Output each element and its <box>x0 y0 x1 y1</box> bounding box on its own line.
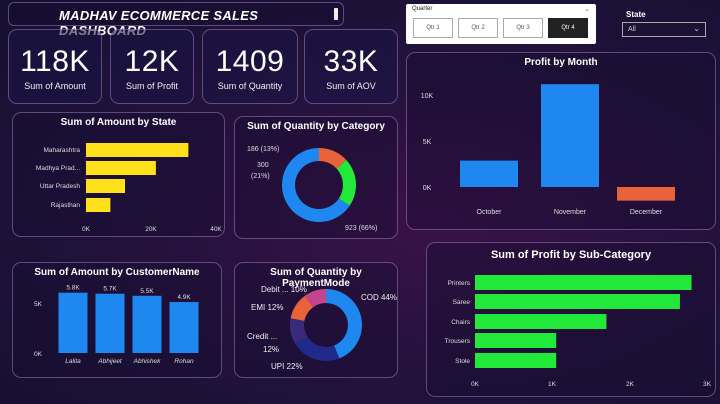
quarter-button-q3[interactable]: Qtr 3 <box>503 18 543 38</box>
x-tick-label: Abhijeet <box>97 358 123 365</box>
slice-label: 300 <box>257 162 269 169</box>
state-dropdown[interactable]: All ⌄ <box>622 22 706 37</box>
bar <box>541 84 599 187</box>
title-bar-marker <box>334 8 338 20</box>
category-label: Printers <box>448 280 471 287</box>
bar <box>86 161 156 175</box>
amount-by-customer-card: Sum of Amount by CustomerName 5K 0K 5.8K La… <box>12 262 222 378</box>
bar <box>475 275 692 290</box>
slice-label: EMI 12% <box>251 303 283 312</box>
bar <box>475 314 607 329</box>
y-tick-label: 0K <box>34 351 43 358</box>
y-tick-label: 0K <box>423 185 432 192</box>
quarter-button-q2[interactable]: Qtr 2 <box>458 18 498 38</box>
kpi-value: 12K <box>124 45 180 78</box>
data-label: 5.5K <box>140 288 154 295</box>
bar <box>95 293 125 353</box>
slice-label: UPI 22% <box>271 362 303 371</box>
amount-by-customer-chart: 5K 0K 5.8K Lalita 5.7K Abhijeet 5.5K Abhishek 4.… <box>34 285 199 365</box>
chevron-down-icon: ⌄ <box>693 24 700 33</box>
kpi-card-amount: 118K Sum of Amount <box>8 29 102 104</box>
bar <box>86 179 125 193</box>
category-label: Maharashtra <box>44 147 81 154</box>
category-label: Chairs <box>451 319 471 326</box>
x-tick-label: 20K <box>145 226 157 233</box>
slice-label: (21%) <box>251 173 270 180</box>
bar <box>86 198 111 212</box>
x-tick-label: Lalita <box>65 358 81 365</box>
dashboard-title-bar: MADHAV ECOMMERCE SALES DASHBOARD <box>8 2 344 38</box>
bar <box>617 187 675 201</box>
state-slicer-label: State <box>626 10 646 19</box>
category-label: Uttar Pradesh <box>40 183 80 190</box>
kpi-value: 33K <box>323 45 379 78</box>
slice-label: Credit ... <box>247 332 277 341</box>
chevron-down-icon[interactable]: ⌄ <box>584 5 590 13</box>
kpi-value: 1409 <box>215 45 285 78</box>
y-tick-label: 5K <box>423 139 432 146</box>
profit-by-subcategory-chart: Printers Saree Chairs Trousers Stole 0K 1K 2K 3K <box>445 275 712 388</box>
slice-label: COD 44% <box>361 293 397 302</box>
slice-label: 923 (66%) <box>345 225 377 232</box>
slice-label: 186 (13%) <box>247 146 279 153</box>
quantity-by-category-card: Sum of Quantity by Category 186 (13%) 300… <box>234 116 398 239</box>
category-label: Stole <box>455 358 470 365</box>
dashboard-title: MADHAV ECOMMERCE SALES DASHBOARD <box>59 8 259 38</box>
category-label: Trousers <box>445 338 471 345</box>
bar <box>132 295 162 353</box>
bar <box>86 143 189 157</box>
kpi-label: Sum of Quantity <box>217 81 283 91</box>
x-tick-label: October <box>477 209 503 216</box>
slice-label: 12% <box>263 345 279 354</box>
x-tick-label: Rohan <box>174 358 194 365</box>
kpi-label: Sum of AOV <box>326 81 376 91</box>
x-tick-label: 3K <box>703 381 712 388</box>
donut-slice <box>336 160 356 206</box>
kpi-card-quantity: 1409 Sum of Quantity <box>202 29 298 104</box>
quantity-by-category-chart: 186 (13%) 300 (21%) 923 (66%) <box>247 146 377 232</box>
bar <box>460 160 518 187</box>
bar <box>169 302 199 353</box>
bar <box>475 353 557 368</box>
bar <box>475 294 680 309</box>
amount-by-state-card: Sum of Amount by State Maharashtra Madhya… <box>12 112 225 237</box>
slice-label: Debit ... 10% <box>261 285 307 294</box>
data-label: 5.8K <box>66 285 80 292</box>
kpi-label: Sum of Amount <box>24 81 86 91</box>
profit-by-month-chart: 10K 5K 0K October November December <box>421 84 675 216</box>
quantity-by-paymentmode-card: Sum of Quantity by PaymentMode COD 44% UP… <box>234 262 398 378</box>
category-label: Rajasthan <box>51 202 81 209</box>
x-tick-label: 0K <box>471 381 480 388</box>
quarter-button-q1[interactable]: Qtr 1 <box>413 18 453 38</box>
quantity-by-paymentmode-chart: COD 44% UPI 22% Credit ... 12% EMI 12% Debit … <box>247 285 397 371</box>
profit-by-subcategory-card: Sum of Profit by Sub-Category Printers Sa… <box>426 242 716 397</box>
x-tick-label: 2K <box>626 381 635 388</box>
kpi-card-aov: 33K Sum of AOV <box>304 29 398 104</box>
x-tick-label: 40K <box>210 226 222 233</box>
x-tick-label: Abhishek <box>133 358 161 365</box>
x-tick-label: 1K <box>548 381 557 388</box>
kpi-value: 118K <box>20 45 90 78</box>
x-tick-label: 0K <box>82 226 91 233</box>
x-tick-label: November <box>554 209 587 216</box>
quarter-slicer: Quarter ⌄ Qtr 1 Qtr 2 Qtr 3 Qtr 4 <box>406 4 596 44</box>
category-label: Madhya Prad... <box>36 165 80 172</box>
profit-by-month-card: Profit by Month 10K 5K 0K October November De… <box>406 52 716 230</box>
data-label: 4.9K <box>177 294 191 301</box>
quarter-button-q4[interactable]: Qtr 4 <box>548 18 588 38</box>
category-label: Saree <box>453 299 471 306</box>
data-label: 5.7K <box>103 286 117 293</box>
donut-slice <box>295 336 340 361</box>
state-dropdown-value: All <box>628 26 636 33</box>
quarter-slicer-header: Quarter <box>412 6 433 12</box>
kpi-label: Sum of Profit <box>125 81 179 91</box>
y-tick-label: 10K <box>421 93 434 100</box>
y-tick-label: 5K <box>34 301 43 308</box>
x-tick-label: December <box>630 209 663 216</box>
bar <box>58 292 88 353</box>
bar <box>475 333 557 348</box>
amount-by-state-chart: Maharashtra Madhya Prad... Uttar Pradesh Ra… <box>36 143 222 233</box>
kpi-card-profit: 12K Sum of Profit <box>110 29 194 104</box>
